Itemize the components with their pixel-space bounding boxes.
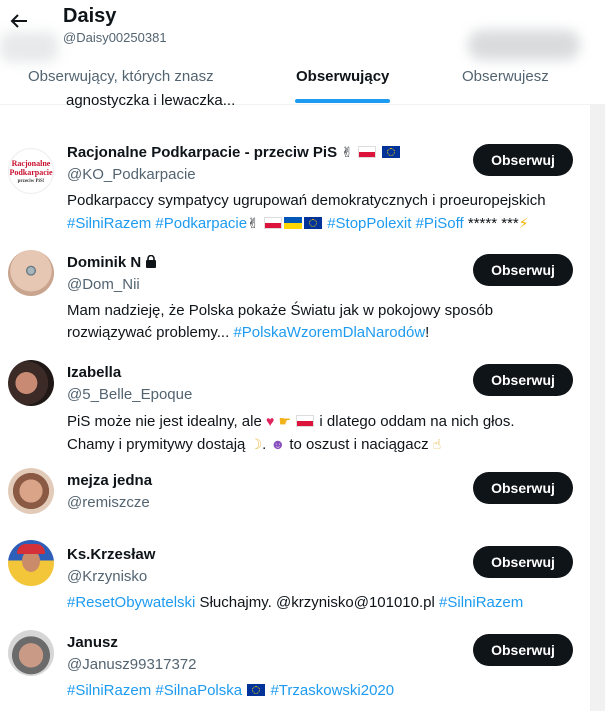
blurred-element [468,30,580,60]
avatar[interactable] [8,468,54,514]
user-bio: Mam nadzieję, że Polska pokaże Światu ja… [67,302,494,341]
user-bio: #SilniRazem #SilnaPolska #Trzaskowski202… [67,682,395,699]
victory-hand-icon: ✌ [247,215,259,231]
user-handle[interactable]: @Janusz99317372 [67,656,197,673]
avatar[interactable] [8,540,54,586]
tab-followers[interactable]: Obserwujący [296,68,389,85]
eu-flag-icon [382,146,401,158]
active-tab-indicator [295,99,390,103]
user-name[interactable]: Racjonalne Podkarpacie - przeciw PiS ✌ [67,144,401,161]
lightning-icon: ⚡ [518,215,529,231]
blurred-element [0,32,58,62]
avatar[interactable]: Racjonalne Podkarpacie przeciw PiS! [8,148,54,194]
poland-flag-icon [296,415,315,427]
devil-icon: ☻ [270,436,286,452]
profile-header: Daisy @Daisy00250381 Obserwujący, któryc… [0,0,590,105]
user-bio: Podkarpaccy sympatycy ugrupowań demokrat… [67,192,546,232]
poland-flag-icon [264,217,283,229]
victory-hand-icon: ✌ [341,144,354,160]
follow-button[interactable]: Obserwuj [473,546,573,578]
scrollbar[interactable] [590,104,605,711]
banana-icon: ☽ [249,436,263,452]
pointing-up-icon: ☝ [432,436,442,452]
back-arrow-icon[interactable] [8,10,30,32]
follow-button[interactable]: Obserwuj [473,144,573,176]
user-name[interactable]: Izabella [67,364,121,381]
avatar[interactable] [8,630,54,676]
eu-flag-icon [304,217,323,229]
truncated-bio: agnostyczka i lewaczka... [66,94,236,108]
follow-button[interactable]: Obserwuj [473,254,573,286]
user-handle[interactable]: @Dom_Nii [67,276,140,293]
user-bio: #ResetObywatelski Słuchajmy. @krzynisko@… [67,594,524,611]
user-handle[interactable]: @Krzynisko [67,568,147,585]
tab-following[interactable]: Obserwujesz [462,68,549,85]
user-name[interactable]: mejza jedna [67,472,152,489]
profile-name: Daisy [63,5,117,27]
user-name[interactable]: Janusz [67,634,118,651]
avatar[interactable] [8,360,54,406]
follow-button[interactable]: Obserwuj [473,634,573,666]
user-handle[interactable]: @5_Belle_Epoque [67,386,192,403]
user-bio: PiS może nie jest idealny, ale ♥ ☛ i dla… [67,410,577,456]
user-name[interactable]: Ks.Krzesław [67,546,155,563]
user-name[interactable]: Dominik N [67,254,157,271]
ukraine-flag-icon [284,217,303,229]
poland-flag-icon [358,146,377,158]
follow-button[interactable]: Obserwuj [473,364,573,396]
user-handle[interactable]: @KO_Podkarpacie [67,166,196,183]
pointing-hand-icon: ☛ [278,413,292,429]
avatar[interactable] [8,250,54,296]
lock-icon [145,254,157,271]
red-heart-icon: ♥ [266,413,275,429]
eu-flag-icon [247,684,266,696]
follow-button[interactable]: Obserwuj [473,472,573,504]
tab-followers-you-know[interactable]: Obserwujący, których znasz [28,68,214,85]
user-handle[interactable]: @remiszcze [67,494,150,511]
profile-handle: @Daisy00250381 [63,30,167,45]
